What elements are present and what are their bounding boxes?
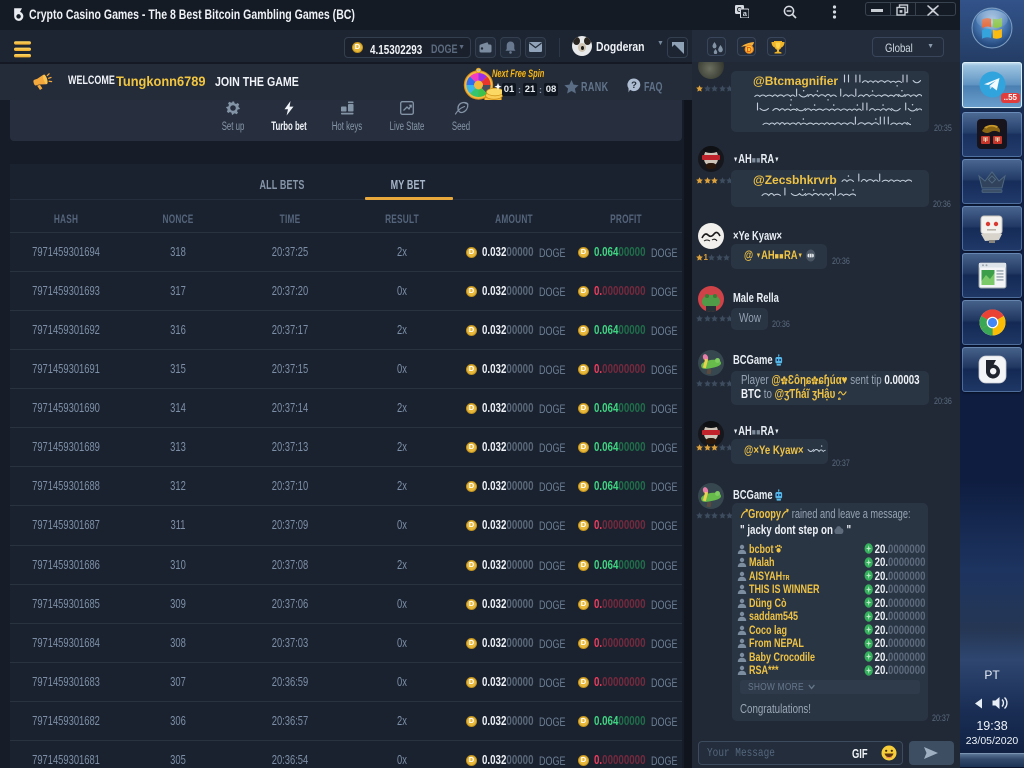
svg-text:?: ?: [631, 80, 637, 91]
svg-text:D: D: [747, 47, 752, 54]
